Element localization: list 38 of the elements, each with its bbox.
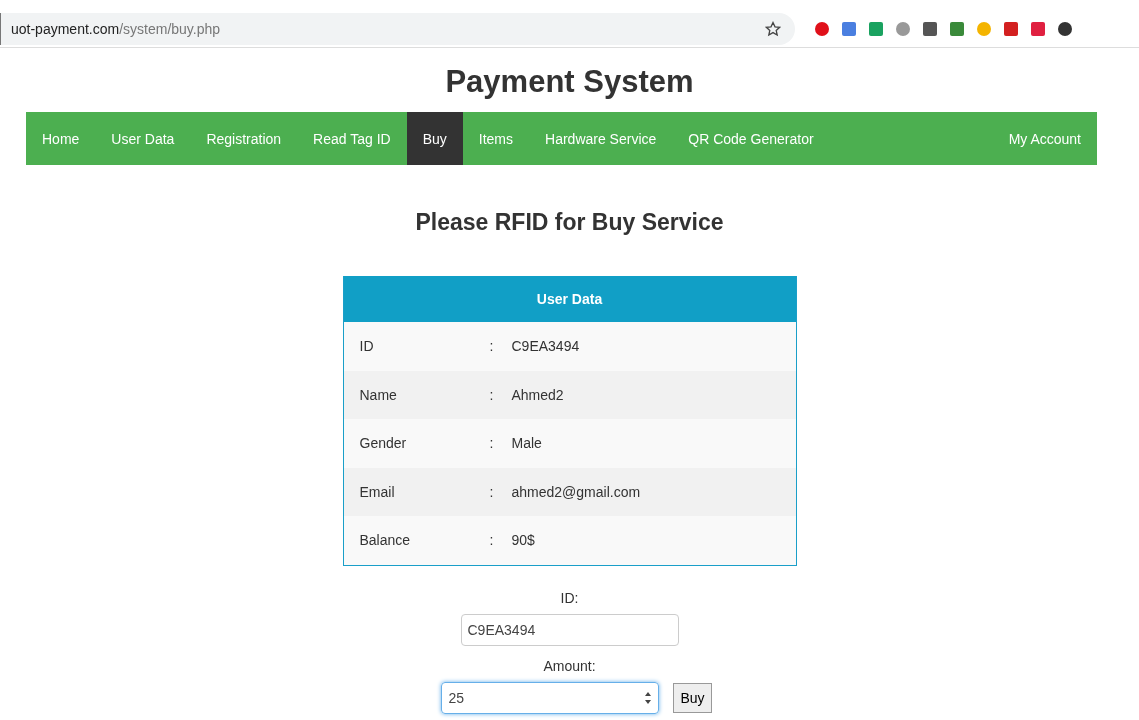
table-header: User Data [343,276,796,322]
nav-link[interactable]: Items [462,112,530,165]
table-cell-text: Balance [358,532,412,549]
table-cell-text: Name [358,386,398,403]
nav-link[interactable]: My Account [992,112,1097,165]
table-cell: Male [511,435,542,452]
table-cell-text: : [489,483,495,500]
table-cell-text: Gender [358,435,408,452]
table-cell-text: Email [358,483,396,500]
id-field[interactable]: C9EA3494 [460,613,679,646]
spinner-icon[interactable] [644,690,653,705]
buy-button[interactable]: Buy [673,682,712,713]
table-cell-text: : [489,386,495,403]
extension-icon[interactable] [923,21,937,36]
table-cell: Ahmed2 [511,386,564,403]
nav-link[interactable]: Buy [406,112,463,165]
nav-link[interactable]: QR Code Generator [672,112,830,165]
table-cell-text: : [489,338,495,355]
field-label: ID: [560,589,579,606]
address-bar[interactable]: uot-payment.com/system/buy.php [0,12,795,45]
nav-link[interactable]: Home [26,112,96,165]
table-cell-text: : [489,435,495,452]
star-icon[interactable] [765,20,781,37]
section-heading: Please RFID for Buy Service [414,209,725,236]
nav-link[interactable]: User Data [95,112,191,165]
table-cell-text: : [489,532,495,549]
extension-icon[interactable] [1058,21,1072,36]
table-cell-text: ID [358,338,375,355]
field-label: Amount: [543,657,596,674]
nav-link[interactable]: Hardware Service [529,112,673,165]
nav-link[interactable]: Registration [190,112,298,165]
amount-field[interactable]: 25 [441,681,660,714]
table-cell: ahmed2@gmail.com [511,483,641,500]
table-cell: 90$ [511,532,535,549]
table-cell: C9EA3494 [511,338,580,355]
url-text: uot-payment.com/system/buy.php [11,20,221,37]
page-title: Payment System [444,64,695,100]
nav-link[interactable]: Read Tag ID [297,112,407,165]
